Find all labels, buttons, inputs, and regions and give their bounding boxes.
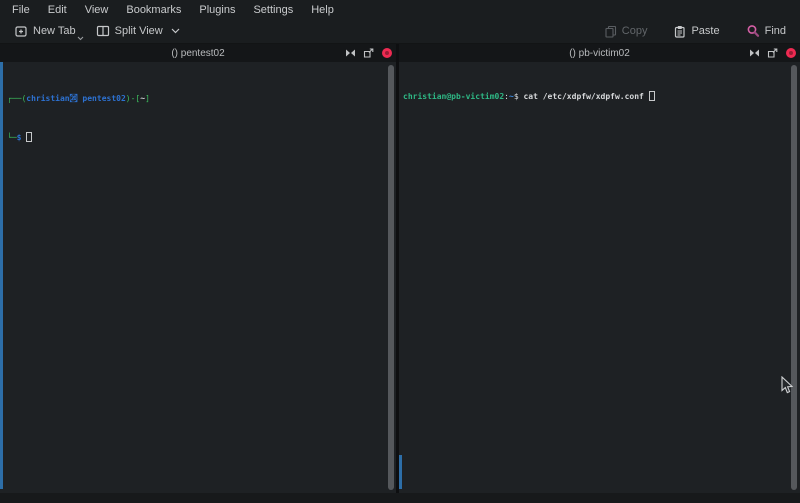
new-tab-dropdown-icon [77,36,84,41]
find-label: Find [765,25,786,37]
terminal-pentest02[interactable]: ┌──(christian㉉ pentest02)-[~] └─$ [0,62,396,493]
new-tab-icon [14,24,28,38]
menu-bar: File Edit View Bookmarks Plugins Setting… [0,0,800,19]
paste-button[interactable]: Paste [667,22,725,41]
split-view-label: Split View [115,25,163,37]
menu-help[interactable]: Help [302,2,343,18]
menu-edit[interactable]: Edit [39,2,76,18]
right-terminal-output: christian@pb-victim02:~$ cat /etc/xdpfw/… [403,64,655,129]
menu-plugins[interactable]: Plugins [190,2,244,18]
konsole-window: File Edit View Bookmarks Plugins Setting… [0,0,800,503]
terminal-pb-victim02[interactable]: christian@pb-victim02:~$ cat /etc/xdpfw/… [399,62,800,493]
right-scroll-highlight-bar [399,455,402,489]
right-pane-title: () pb-victim02 [399,48,800,59]
copy-button[interactable]: Copy [598,22,654,41]
right-detach-view-icon[interactable] [767,48,778,59]
find-button[interactable]: Find [740,21,792,41]
left-terminal-output: ┌──(christian㉉ pentest02)-[~] └─$ [7,66,150,170]
menu-file[interactable]: File [3,2,39,18]
terminal-cursor [26,132,32,142]
menu-settings[interactable]: Settings [244,2,302,18]
terminal-prompt-line: └─$ [7,131,150,144]
terminal-prompt-line: christian@pb-victim02:~$ cat /etc/xdpfw/… [403,90,655,103]
menu-bookmarks[interactable]: Bookmarks [117,2,190,18]
right-pane-header[interactable]: () pb-victim02 [399,44,800,62]
window-footer [0,493,800,503]
left-close-view-button[interactable] [381,48,392,59]
terminal-line: ┌──(christian㉉ pentest02)-[~] [7,92,150,105]
copy-icon [604,25,617,38]
menu-view[interactable]: View [76,2,118,18]
tool-bar: New Tab Split View [0,19,800,44]
left-pane-title: () pentest02 [0,48,396,59]
right-terminal-scrollbar[interactable] [791,65,797,490]
left-terminal-scrollbar[interactable] [388,65,394,490]
right-expand-view-icon[interactable] [749,48,760,59]
paste-icon [673,25,686,38]
new-tab-button[interactable]: New Tab [8,21,82,41]
left-scroll-highlight-bar [0,62,3,489]
split-view-chevron-icon [171,28,180,34]
split-view-icon [96,24,110,38]
paste-label: Paste [691,25,719,37]
split-view-button[interactable]: Split View [90,21,186,41]
terminal-cursor [649,91,655,101]
find-icon [746,24,760,38]
left-pane-header[interactable]: () pentest02 [0,44,396,62]
right-close-view-button[interactable] [785,48,796,59]
copy-label: Copy [622,25,648,37]
left-expand-view-icon[interactable] [345,48,356,59]
left-detach-view-icon[interactable] [363,48,374,59]
new-tab-label: New Tab [33,25,76,37]
